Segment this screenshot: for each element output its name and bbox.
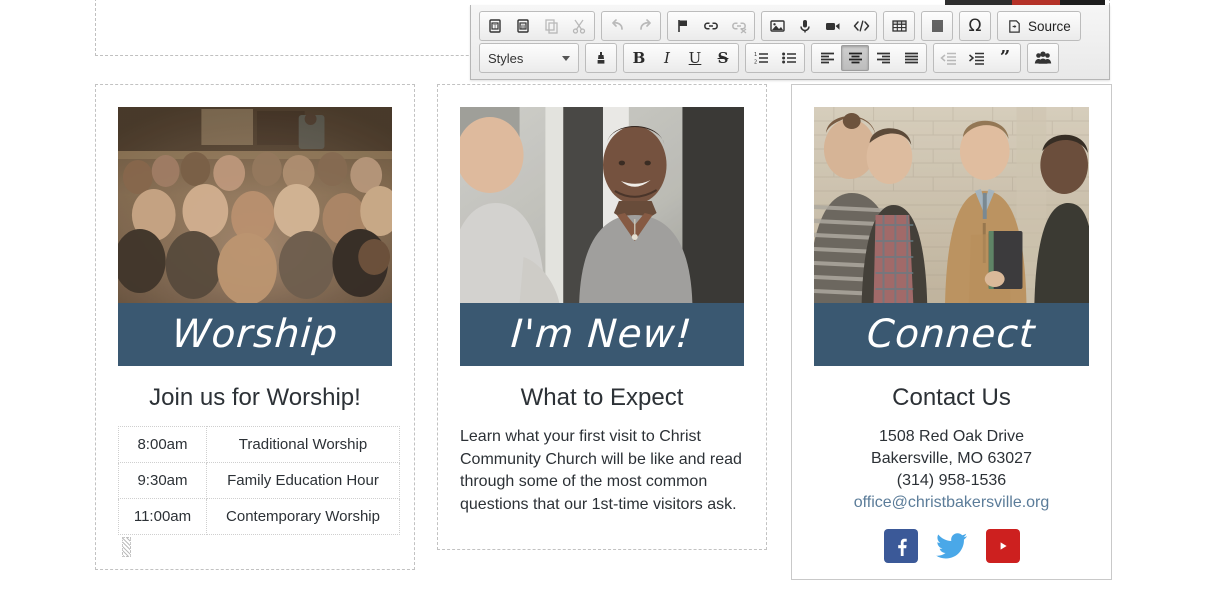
toolbar-group-removeformat <box>585 43 617 73</box>
table-row[interactable]: 9:30am Family Education Hour <box>118 462 400 499</box>
editor-toolbar: T W Ω Source Styles B I U S 1 2 ” <box>470 5 1110 80</box>
connect-heading: Contact Us <box>892 384 1011 411</box>
svg-text:2: 2 <box>754 60 757 66</box>
im-new-banner-text: I'm New! <box>509 312 695 357</box>
svg-text:1: 1 <box>754 52 757 58</box>
connect-photo-block[interactable]: Connect <box>814 107 1089 366</box>
worship-photo-block[interactable]: Worship <box>118 107 392 366</box>
column-worship[interactable]: Worship Join us for Worship! 8:00am Trad… <box>95 84 415 570</box>
source-button[interactable]: Source <box>997 11 1081 41</box>
im-new-banner: I'm New! <box>460 303 744 366</box>
toolbar-group-indent: ” <box>933 43 1021 73</box>
worship-heading: Join us for Worship! <box>149 384 361 411</box>
video-icon[interactable] <box>819 13 847 39</box>
twitter-icon[interactable] <box>935 529 969 563</box>
table-row[interactable]: 11:00am Contemporary Worship <box>118 498 400 535</box>
toolbar-group-specialchar: Ω <box>959 11 991 41</box>
contact-address-line-2: Bakersville, MO 63027 <box>871 450 1032 468</box>
cut-icon[interactable] <box>565 13 593 39</box>
group-conversation-photo <box>814 107 1089 303</box>
toolbar-row-1: T W Ω Source <box>475 10 1105 42</box>
worship-banner-text: Worship <box>170 312 340 357</box>
toolbar-row-2: Styles B I U S 12 ” <box>475 42 1105 74</box>
contact-address-line-1: 1508 Red Oak Drive <box>879 428 1024 445</box>
bulleted-list-icon[interactable] <box>775 45 803 71</box>
redo-icon[interactable] <box>631 13 659 39</box>
unlink-icon[interactable] <box>725 13 753 39</box>
audio-icon[interactable] <box>791 13 819 39</box>
toolbar-group-table <box>883 11 915 41</box>
source-doc-icon <box>1009 19 1020 33</box>
toolbar-group-inline-format: B I U S <box>623 43 739 73</box>
contact-email-link[interactable]: office@christbakersville.org <box>814 492 1089 514</box>
strikethrough-icon[interactable]: S <box>709 45 737 71</box>
im-new-body-text: Learn what your first visit to Christ Co… <box>460 428 742 514</box>
align-right-icon[interactable] <box>869 45 897 71</box>
editor-page: T W Ω Source Styles B I U S 1 2 ” Worshi… <box>0 0 1210 590</box>
copy-icon[interactable] <box>537 13 565 39</box>
connect-banner: Connect <box>814 303 1089 366</box>
schedule-event: Family Education Hour <box>206 462 400 499</box>
underline-icon[interactable]: U <box>681 45 709 71</box>
undo-icon[interactable] <box>603 13 631 39</box>
schedule-time: 8:00am <box>118 426 207 463</box>
chevron-down-icon <box>562 55 570 61</box>
service-schedule-table[interactable]: 8:00am Traditional Worship 9:30am Family… <box>118 426 400 535</box>
schedule-event: Contemporary Worship <box>206 498 400 535</box>
outdent-icon[interactable] <box>935 45 963 71</box>
remove-format-icon[interactable] <box>587 45 615 71</box>
youtube-icon[interactable] <box>985 529 1020 564</box>
page-break-icon[interactable] <box>923 13 951 39</box>
paste-word-icon[interactable]: W <box>509 13 537 39</box>
align-left-icon[interactable] <box>813 45 841 71</box>
social-links <box>814 529 1089 564</box>
toolbar-group-lists: 12 <box>745 43 805 73</box>
table-row[interactable]: 8:00am Traditional Worship <box>118 426 400 463</box>
toolbar-group-people <box>1027 43 1059 73</box>
toolbar-group-pagebreak <box>921 11 953 41</box>
source-button-label: Source <box>1028 18 1071 34</box>
styles-dropdown[interactable]: Styles <box>479 43 579 73</box>
group-people-icon[interactable] <box>1029 45 1057 71</box>
schedule-time: 11:00am <box>118 498 207 535</box>
align-center-icon[interactable] <box>841 45 869 71</box>
toolbar-group-clipboard: T W <box>479 11 595 41</box>
column-im-new[interactable]: I'm New! What to Expect Learn what your … <box>437 84 767 550</box>
column-connect[interactable]: Connect Contact Us 1508 Red Oak Drive Ba… <box>791 84 1112 580</box>
indent-icon[interactable] <box>963 45 991 71</box>
numbered-list-icon[interactable]: 12 <box>747 45 775 71</box>
im-new-heading: What to Expect <box>520 384 684 411</box>
paste-text-icon[interactable]: T <box>481 13 509 39</box>
svg-text:T: T <box>492 25 497 31</box>
worship-banner: Worship <box>118 303 392 366</box>
schedule-body: 8:00am Traditional Worship 9:30am Family… <box>118 426 400 535</box>
table-resize-handle[interactable] <box>122 537 131 557</box>
facebook-icon[interactable] <box>883 529 918 564</box>
link-icon[interactable] <box>697 13 725 39</box>
toolbar-group-history <box>601 11 661 41</box>
schedule-event: Traditional Worship <box>206 426 400 463</box>
contact-phone: (314) 958-1536 <box>896 472 1007 490</box>
special-char-icon[interactable]: Ω <box>961 13 989 39</box>
congregation-photo <box>118 107 392 303</box>
embed-code-icon[interactable] <box>847 13 875 39</box>
bold-icon[interactable]: B <box>625 45 653 71</box>
three-column-layout: Worship Join us for Worship! 8:00am Trad… <box>95 84 1112 580</box>
table-icon[interactable] <box>885 13 913 39</box>
anchor-flag-icon[interactable] <box>669 13 697 39</box>
image-icon[interactable] <box>763 13 791 39</box>
styles-dropdown-label: Styles <box>488 50 524 66</box>
connect-banner-text: Connect <box>865 312 1038 357</box>
blockquote-icon[interactable]: ” <box>991 45 1019 71</box>
svg-text:W: W <box>521 24 526 30</box>
italic-icon[interactable]: I <box>653 45 681 71</box>
align-justify-icon[interactable] <box>897 45 925 71</box>
welcome-greeting-photo <box>460 107 744 303</box>
toolbar-group-alignment <box>811 43 927 73</box>
toolbar-group-links <box>667 11 755 41</box>
toolbar-group-media <box>761 11 877 41</box>
im-new-photo-block[interactable]: I'm New! <box>460 107 744 366</box>
schedule-time: 9:30am <box>118 462 207 499</box>
